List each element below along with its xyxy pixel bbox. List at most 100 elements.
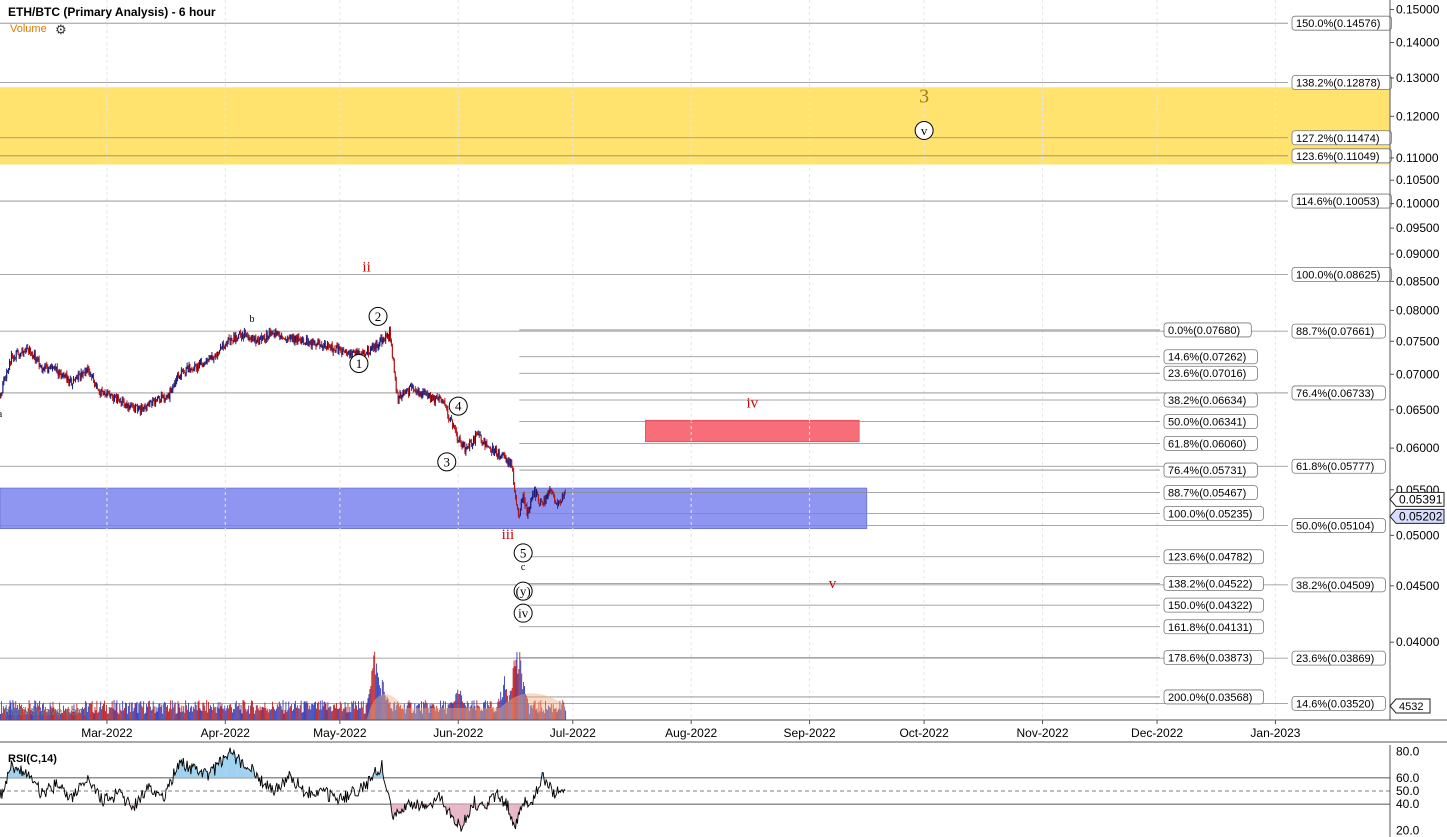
candle-body [333,348,335,351]
candle-body [283,338,285,340]
candle-body [394,372,396,378]
candle-body [10,353,12,364]
volume-bar [187,709,189,720]
volume-bar [214,707,216,720]
candle-body [402,393,404,398]
candle-body [513,470,515,484]
volume-bar [358,708,360,720]
candle-body [60,372,62,378]
volume-bar [121,711,123,720]
volume-bar [176,712,178,720]
candle-body [560,501,562,504]
candle-body [310,341,312,347]
candle-body [315,344,317,347]
candle-body [144,406,146,408]
volume-bar [105,705,107,720]
candle-body [417,388,419,393]
candle-body [440,397,442,400]
volume-bar [204,705,206,720]
candle-body [159,400,161,403]
candle-body [63,375,65,377]
candle-body [477,433,479,435]
volume-bar [245,709,247,720]
volume-bar [158,703,160,720]
candle-body [454,428,456,430]
volume-bar [0,701,2,720]
candle-body [494,451,496,453]
volume-bar [337,709,339,720]
candle-body [1,392,3,395]
volume-bar [177,701,179,720]
candle-body [405,390,407,393]
volume-bar [162,713,164,720]
candle-body [438,396,440,400]
volume-bar [137,712,139,720]
volume-bar [165,702,167,720]
candle-body [421,394,423,397]
fib-label: 100.0%(0.08625) [1296,269,1380,281]
candle-body [469,440,471,448]
rsi-tick-label: 40.0 [1396,797,1420,811]
candle-body [189,365,191,370]
candle-body [364,350,366,356]
candle-body [6,372,8,379]
candle-body [522,494,524,501]
candle-body [88,366,90,372]
candle-body [497,450,499,457]
zone-wave-iv [645,419,860,443]
volume-bar [111,701,113,720]
volume-bar [170,709,172,720]
candle-body [280,336,282,338]
volume-bar [243,700,245,720]
candle-body [296,336,298,343]
candle-body [42,369,44,371]
candle-body [211,355,213,359]
candle-body [198,365,200,368]
volume-bar [151,709,153,720]
volume-bar [314,702,315,720]
candle-body [22,351,24,354]
candle-body [363,350,365,355]
volume-bar [227,705,229,720]
candle-body [265,333,267,341]
candle-body [206,359,208,362]
candle-body [31,354,33,356]
candle-body [330,344,332,349]
candle-body [410,385,412,387]
candle-body [59,370,61,373]
candle-body [241,335,243,338]
candle-body [158,396,160,401]
volume-bar [353,700,355,720]
candle-body [521,500,523,502]
candle-body [316,343,318,347]
volume-bar [131,702,133,720]
candle-body [90,374,92,376]
candle-body [47,366,49,373]
candle-body [447,408,449,416]
candle-body [267,335,269,339]
candle-body [121,399,123,406]
volume-bar [278,701,280,720]
volume-bar [128,702,130,720]
candle-body [495,448,497,456]
volume-bar [315,701,316,720]
rsi-tick-label: 60.0 [1396,771,1420,785]
candle-body [502,453,504,455]
candle-body [407,388,409,392]
volume-bar [129,711,131,720]
candle-body [216,354,218,356]
price-tick-label: 0.10000 [1396,197,1440,211]
candle-body [479,434,481,436]
candle-body [410,385,412,388]
candle-body [555,502,557,504]
volume-bar [251,700,252,720]
candle-body [243,329,245,339]
gear-icon[interactable]: ⚙ [55,22,67,38]
volume-label[interactable]: Volume [10,23,47,35]
candle-body [328,345,330,348]
volume-bar [257,708,259,720]
volume-bar [357,709,358,720]
volume-bar [183,706,185,720]
candle-body [295,336,297,339]
candle-body [83,372,85,374]
